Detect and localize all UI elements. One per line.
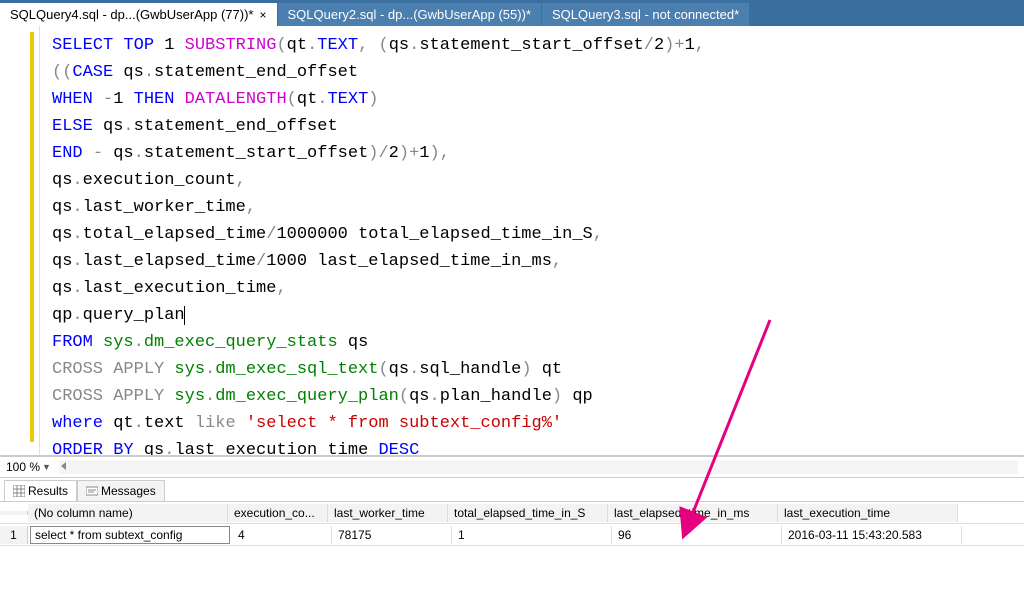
cell[interactable]: 4: [232, 526, 332, 544]
tab-query4[interactable]: SQLQuery4.sql - dp...(GwbUserApp (77))* …: [0, 3, 278, 26]
tab-query2[interactable]: SQLQuery2.sql - dp...(GwbUserApp (55))*: [278, 3, 542, 26]
close-icon[interactable]: ×: [259, 8, 266, 22]
table-row[interactable]: 1 select * from subtext_config 4 78175 1…: [0, 524, 1024, 546]
col-header[interactable]: execution_co...: [228, 504, 328, 522]
zoom-value: 100 %: [6, 460, 40, 474]
col-header[interactable]: last_worker_time: [328, 504, 448, 522]
editor-area: SELECT TOP 1 SUBSTRING(qt.TEXT, (qs.stat…: [0, 26, 1024, 456]
results-panel-tabs: Results Messages: [0, 478, 1024, 502]
messages-tab-label: Messages: [101, 484, 156, 498]
change-marker: [30, 32, 34, 442]
cell[interactable]: 1: [452, 526, 612, 544]
cell[interactable]: 96: [612, 526, 782, 544]
col-header[interactable]: (No column name): [28, 504, 228, 522]
grid-header-row: (No column name) execution_co... last_wo…: [0, 502, 1024, 524]
messages-tab[interactable]: Messages: [77, 480, 165, 501]
cell[interactable]: 2016-03-11 15:43:20.583: [782, 526, 962, 544]
col-header[interactable]: last_elapsed_time_in_ms: [608, 504, 778, 522]
zoom-dropdown[interactable]: 100 % ▼: [6, 460, 51, 474]
col-header[interactable]: total_elapsed_time_in_S: [448, 504, 608, 522]
tab-label: SQLQuery2.sql - dp...(GwbUserApp (55))*: [288, 7, 531, 22]
results-grid: (No column name) execution_co... last_wo…: [0, 502, 1024, 546]
grid-icon: [13, 485, 25, 497]
sql-editor[interactable]: SELECT TOP 1 SUBSTRING(qt.TEXT, (qs.stat…: [40, 26, 1024, 455]
cell[interactable]: 78175: [332, 526, 452, 544]
tab-label: SQLQuery4.sql - dp...(GwbUserApp (77))*: [10, 7, 253, 22]
chevron-down-icon: ▼: [42, 462, 51, 472]
zoom-bar: 100 % ▼: [0, 456, 1024, 478]
h-scroll[interactable]: [59, 460, 1018, 474]
results-tab-label: Results: [28, 484, 68, 498]
results-tab[interactable]: Results: [4, 480, 77, 501]
row-number: 1: [0, 526, 28, 544]
document-tabs: SQLQuery4.sql - dp...(GwbUserApp (77))* …: [0, 0, 1024, 26]
col-header[interactable]: last_execution_time: [778, 504, 958, 522]
row-header-blank: [0, 511, 28, 515]
cell[interactable]: select * from subtext_config: [30, 526, 230, 544]
tab-label: SQLQuery3.sql - not connected*: [552, 7, 739, 22]
tab-query3[interactable]: SQLQuery3.sql - not connected*: [542, 3, 750, 26]
editor-gutter: [0, 26, 40, 455]
messages-icon: [86, 485, 98, 497]
